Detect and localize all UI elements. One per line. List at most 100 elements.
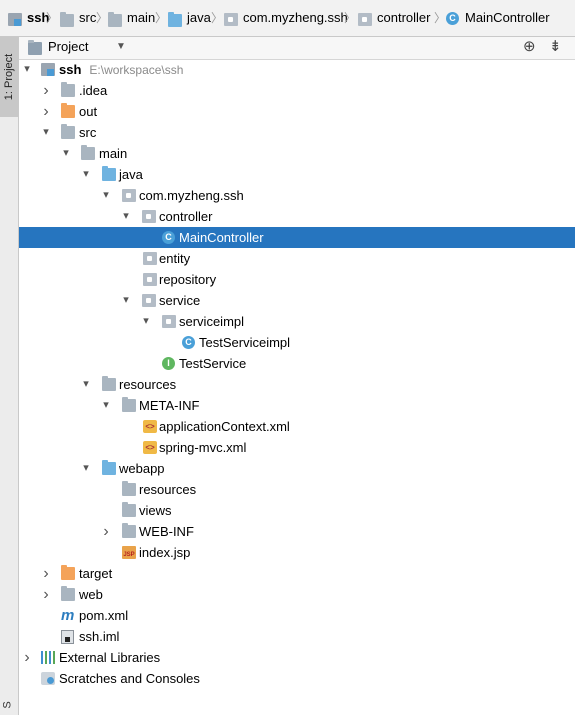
folder-icon <box>122 481 136 496</box>
tree-row-text: TestService <box>179 356 247 371</box>
chevron-right-icon[interactable]: › <box>40 101 52 122</box>
tree-row[interactable]: ▾ main <box>19 143 575 164</box>
chevron-down-icon[interactable]: ▾ <box>120 206 132 227</box>
chevron-right-icon[interactable]: › <box>40 584 52 605</box>
tree-row[interactable]: › External Libraries <box>19 647 575 668</box>
collapse-all-icon[interactable]: ⇟ <box>549 37 562 59</box>
chevron-right-icon[interactable]: › <box>40 80 52 101</box>
tree-row[interactable]: I TestService <box>19 353 575 374</box>
tree-row[interactable]: ▾ service <box>19 290 575 311</box>
breadcrumb-item-main[interactable]: main <box>108 0 155 36</box>
class-icon: C <box>162 231 175 244</box>
project-view-selector[interactable]: Project <box>48 37 88 59</box>
tree-row-label: target <box>79 563 112 584</box>
chevron-down-icon[interactable]: ▾ <box>80 164 92 185</box>
breadcrumb-label: main <box>127 10 156 25</box>
breadcrumb-item-java[interactable]: java <box>168 0 211 36</box>
source-folder-icon <box>168 11 182 27</box>
chevron-down-icon[interactable]: ▾ <box>100 395 112 416</box>
tree-row[interactable]: JSP index.jsp <box>19 542 575 563</box>
tree-row-label: main <box>99 143 127 164</box>
package-icon <box>142 210 156 223</box>
tree-row-text: TestServiceimpl <box>199 335 291 350</box>
breadcrumb-label: MainController <box>465 10 550 25</box>
chevron-down-icon[interactable]: ▾ <box>120 290 132 311</box>
chevron-right-icon[interactable]: › <box>100 521 112 542</box>
tool-window-strip: 1: Project S <box>0 37 19 715</box>
chevron-down-icon[interactable]: ▾ <box>40 122 52 143</box>
breadcrumb-separator: 〉 <box>96 11 109 25</box>
tree-row[interactable]: › web <box>19 584 575 605</box>
breadcrumb-label: java <box>187 10 211 25</box>
tree-row[interactable]: resources <box>19 479 575 500</box>
chevron-down-icon[interactable]: ▾ <box>80 374 92 395</box>
tree-row-label: src <box>79 122 96 143</box>
breadcrumb-item-src[interactable]: src <box>60 0 96 36</box>
breadcrumb-item-maincontroller[interactable]: C MainController <box>446 0 550 36</box>
package-icon <box>162 315 176 328</box>
folder-icon <box>61 124 75 139</box>
chevron-down-icon[interactable]: ▾ <box>140 311 152 332</box>
locate-file-icon[interactable]: ⊕ <box>523 37 536 59</box>
tree-row-text: out <box>79 104 98 119</box>
tree-row[interactable]: › .idea <box>19 80 575 101</box>
tree-row[interactable]: m pom.xml <box>19 605 575 626</box>
tree-row[interactable]: repository <box>19 269 575 290</box>
tree-row[interactable]: › target <box>19 563 575 584</box>
tree-row[interactable]: ▾ ssh E:\workspace\ssh <box>19 59 575 80</box>
tree-row-text: index.jsp <box>139 545 191 560</box>
chevron-down-icon[interactable]: ▾ <box>60 143 72 164</box>
tree-row[interactable]: ▾ com.myzheng.ssh <box>19 185 575 206</box>
tree-row-label: pom.xml <box>79 605 128 626</box>
folder-icon <box>122 397 136 412</box>
tree-row[interactable]: ▾ META-INF <box>19 395 575 416</box>
tree-row[interactable]: C MainController <box>19 227 575 248</box>
folder-icon <box>61 82 75 97</box>
tree-row-text: serviceimpl <box>179 314 245 329</box>
tree-row-label: META-INF <box>139 395 199 416</box>
jsp-file-icon: JSP <box>122 546 136 559</box>
chevron-down-icon[interactable]: ▼ <box>116 37 126 59</box>
tree-row[interactable]: ▾ webapp <box>19 458 575 479</box>
tree-row-text: web <box>79 587 103 602</box>
web-folder-icon <box>102 460 116 475</box>
chevron-right-icon[interactable]: › <box>40 563 52 584</box>
tree-row[interactable]: C TestServiceimpl <box>19 332 575 353</box>
interface-icon: I <box>162 357 175 370</box>
tree-row[interactable]: ▾ src <box>19 122 575 143</box>
tree-row-text: MainController <box>179 230 264 245</box>
tree-row[interactable]: entity <box>19 248 575 269</box>
tree-row[interactable]: <> applicationContext.xml <box>19 416 575 437</box>
chevron-down-icon[interactable]: ▾ <box>80 458 92 479</box>
tree-row[interactable]: <> spring-mvc.xml <box>19 437 575 458</box>
breadcrumb-item-ssh[interactable]: ssh <box>8 0 49 36</box>
tree-row[interactable]: › out <box>19 101 575 122</box>
tree-row[interactable]: Scratches and Consoles <box>19 668 575 689</box>
tree-row-text: service <box>159 293 201 308</box>
tree-row[interactable]: ▾ resources <box>19 374 575 395</box>
breadcrumb-item-controller[interactable]: controller <box>358 0 430 36</box>
tree-row-label: .idea <box>79 80 107 101</box>
breadcrumb-label: src <box>79 10 97 25</box>
tree-row[interactable]: › WEB-INF <box>19 521 575 542</box>
tree-row[interactable]: ▾ controller <box>19 206 575 227</box>
chevron-down-icon[interactable]: ▾ <box>21 59 33 80</box>
tree-row-label: applicationContext.xml <box>159 416 290 437</box>
tree-row-text: resources <box>139 482 197 497</box>
project-tool-tab[interactable]: 1: Project <box>0 37 18 117</box>
chevron-right-icon[interactable]: › <box>21 647 33 668</box>
chevron-down-icon[interactable]: ▾ <box>100 185 112 206</box>
package-icon <box>122 189 136 202</box>
tree-row[interactable]: views <box>19 500 575 521</box>
breadcrumb-item-package[interactable]: com.myzheng.ssh <box>224 0 348 36</box>
tree-row-label: TestService <box>179 353 246 374</box>
tree-row-text: entity <box>159 251 191 266</box>
tree-row[interactable]: ▾ serviceimpl <box>19 311 575 332</box>
tree-row[interactable]: ▾ java <box>19 164 575 185</box>
tree-row-text: src <box>79 125 97 140</box>
breadcrumb-separator: 〉 <box>155 11 168 25</box>
tree-row[interactable]: ssh.iml <box>19 626 575 647</box>
structure-tool-tab[interactable]: S <box>2 701 14 708</box>
maven-icon: m <box>61 607 75 624</box>
folder-icon <box>122 523 136 538</box>
